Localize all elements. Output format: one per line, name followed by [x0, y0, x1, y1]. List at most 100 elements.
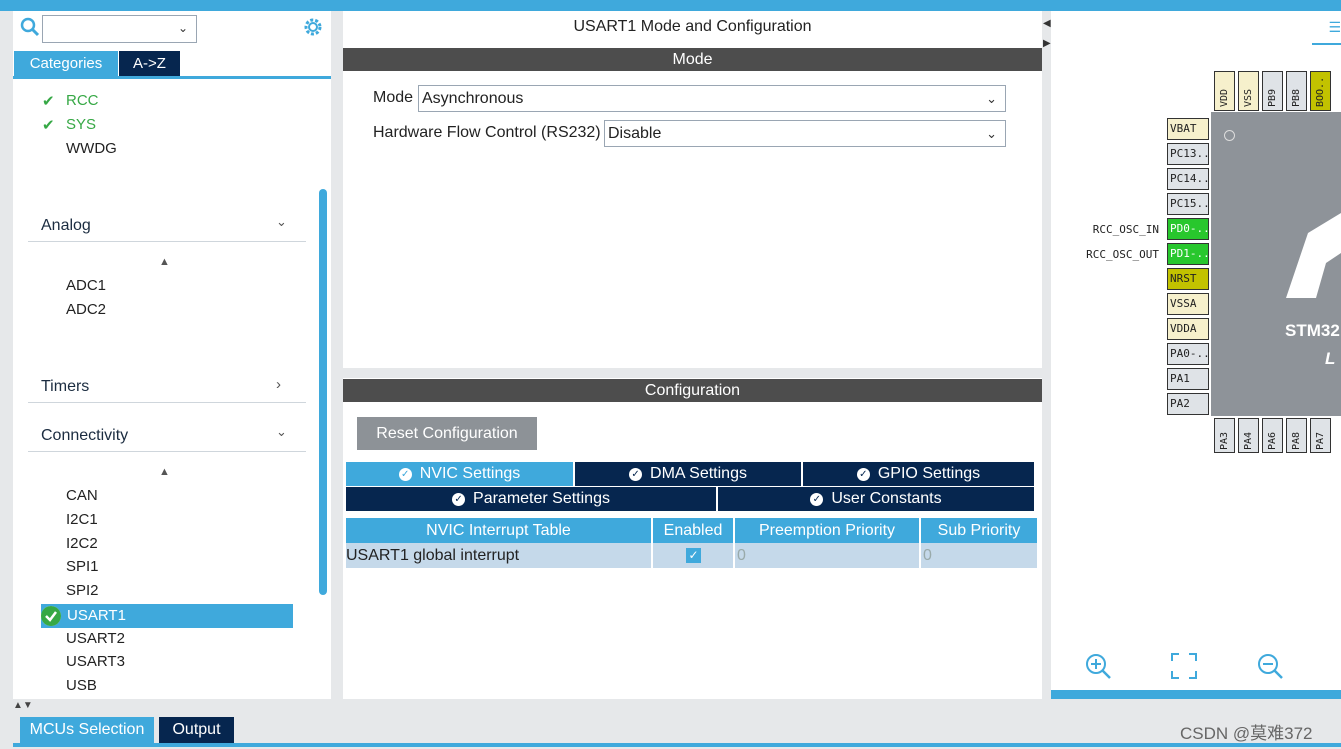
sidebar-item-adc2[interactable]: ADC2 — [66, 300, 106, 320]
pin-pa3[interactable]: PA3 — [1214, 418, 1235, 453]
tab-gpio-settings[interactable]: ✓ GPIO Settings — [803, 462, 1034, 486]
column-header[interactable]: Enabled — [653, 518, 735, 543]
enabled-checkbox[interactable]: ✓ — [686, 548, 701, 563]
pin-pd1[interactable]: PD1-.. — [1167, 243, 1210, 265]
sidebar-item-usb[interactable]: USB — [66, 676, 97, 696]
pinout-footer-bar — [1051, 690, 1341, 699]
flow-control-select[interactable]: Disable ⌄ — [604, 120, 1006, 147]
sort-icon[interactable]: ▲ — [159, 256, 170, 268]
pinout-tab-icon[interactable]: ☰ — [1312, 19, 1341, 45]
pin-label: VDD — [1219, 88, 1230, 107]
tab-categories[interactable]: Categories — [14, 51, 118, 77]
pin-vssa[interactable]: VSSA — [1167, 293, 1209, 315]
flow-control-label: Hardware Flow Control (RS232) — [373, 124, 601, 141]
pin-pa0[interactable]: PA0-.. — [1167, 343, 1210, 365]
column-header[interactable]: Sub Priority — [921, 518, 1037, 543]
check-icon: ✔ — [42, 93, 55, 110]
pin-label: PA7 — [1315, 431, 1326, 450]
tab-dma-settings[interactable]: ✓ DMA Settings — [575, 462, 802, 486]
pin-vdd[interactable]: VDD — [1214, 71, 1235, 111]
pin-pa7[interactable]: PA7 — [1310, 418, 1331, 453]
tab-output[interactable]: Output — [159, 717, 234, 743]
sidebar-item-i2c2[interactable]: I2C2 — [66, 534, 98, 554]
pin-pb8[interactable]: PB8 — [1286, 71, 1307, 111]
search-input[interactable]: ⌄ — [42, 15, 197, 43]
flow-control-value: Disable — [608, 125, 662, 142]
group-analog[interactable]: Analog — [41, 217, 91, 235]
tab-underline — [13, 76, 331, 79]
pin-pc15[interactable]: PC15.. — [1167, 193, 1210, 215]
check-icon: ✓ — [810, 493, 824, 506]
pin-vdda[interactable]: VDDA — [1167, 318, 1209, 340]
mode-select[interactable]: Asynchronous ⌄ — [418, 85, 1006, 112]
sort-icon[interactable]: ▲ — [159, 466, 170, 478]
chip-subname: L — [1325, 349, 1336, 368]
pin-pa6[interactable]: PA6 — [1262, 418, 1283, 453]
fit-to-screen-icon[interactable] — [1170, 652, 1198, 680]
tab-a-z[interactable]: A->Z — [119, 51, 180, 77]
splitter-arrows-icon[interactable]: ▲▼ — [13, 700, 33, 711]
pin-label: PA3 — [1219, 431, 1230, 450]
pin-pa1[interactable]: PA1 — [1167, 368, 1209, 390]
pin-pa8[interactable]: PA8 — [1286, 418, 1307, 453]
chip-name: STM32 — [1285, 321, 1340, 340]
pin-nrst[interactable]: NRST — [1167, 268, 1209, 290]
sidebar-item-spi2[interactable]: SPI2 — [66, 581, 99, 601]
sidebar-item-i2c1[interactable]: I2C1 — [66, 510, 98, 530]
tab-label: NVIC Settings — [419, 465, 521, 482]
gear-icon[interactable] — [302, 16, 324, 38]
group-connectivity[interactable]: Connectivity — [41, 427, 128, 445]
collapse-arrows-icon[interactable]: ◀ ▶ — [1043, 14, 1051, 54]
chevron-down-icon[interactable]: ⌄ — [276, 424, 287, 440]
divider — [28, 451, 306, 452]
pin-pa4[interactable]: PA4 — [1238, 418, 1259, 453]
sidebar-item-usart2[interactable]: USART2 — [66, 629, 125, 649]
tab-label: Parameter Settings — [473, 490, 610, 507]
pin-pa2[interactable]: PA2 — [1167, 393, 1209, 415]
sidebar-item-rcc[interactable]: RCC — [66, 91, 99, 111]
chevron-right-icon[interactable]: › — [276, 376, 281, 393]
tab-parameter-settings[interactable]: ✓ Parameter Settings — [346, 487, 717, 511]
chevron-down-icon: ⌄ — [986, 91, 997, 106]
sidebar-item-usart1-selected[interactable]: USART1 — [41, 604, 293, 628]
sidebar-item-usart3[interactable]: USART3 — [66, 652, 125, 672]
pin-pc14[interactable]: PC14.. — [1167, 168, 1210, 190]
scrollbar[interactable] — [319, 189, 327, 595]
sidebar-item-wwdg[interactable]: WWDG — [66, 139, 117, 159]
sidebar-item-can[interactable]: CAN — [66, 486, 98, 506]
search-icon[interactable] — [20, 17, 40, 37]
column-header[interactable]: NVIC Interrupt Table — [346, 518, 653, 543]
sidebar-item-spi1[interactable]: SPI1 — [66, 557, 99, 577]
tab-mcus-selection[interactable]: MCUs Selection — [20, 717, 154, 743]
check-icon: ✔ — [42, 117, 55, 134]
pin-vss[interactable]: VSS — [1238, 71, 1259, 111]
sub-priority-cell[interactable]: 0 — [921, 543, 1037, 568]
preemption-cell[interactable]: 0 — [735, 543, 921, 568]
pin1-marker — [1224, 130, 1235, 141]
zoom-out-icon[interactable] — [1256, 652, 1284, 680]
signal-label: RCC_OSC_IN — [1092, 223, 1159, 236]
pin-label: PA6 — [1267, 431, 1278, 450]
sidebar-item-adc1[interactable]: ADC1 — [66, 276, 106, 296]
check-icon: ✓ — [856, 468, 870, 481]
interrupt-name-cell: USART1 global interrupt — [346, 543, 653, 568]
group-timers[interactable]: Timers — [41, 378, 89, 396]
reset-configuration-button[interactable]: Reset Configuration — [357, 417, 537, 450]
column-header[interactable]: Preemption Priority — [735, 518, 921, 543]
sidebar-item-sys[interactable]: SYS — [66, 115, 96, 135]
pin-pc13[interactable]: PC13.. — [1167, 143, 1210, 165]
pin-label: VSS — [1243, 88, 1254, 107]
signal-label: RCC_OSC_OUT — [1086, 248, 1159, 261]
pin-vbat[interactable]: VBAT — [1167, 118, 1209, 140]
pin-pb9[interactable]: PB9 — [1262, 71, 1283, 111]
pin-label: PA8 — [1291, 431, 1302, 450]
tab-label: User Constants — [831, 490, 942, 507]
pin-pd0[interactable]: PD0-.. — [1167, 218, 1210, 240]
check-icon: ✓ — [398, 468, 412, 481]
pin-label: PB9 — [1267, 88, 1278, 107]
zoom-in-icon[interactable] — [1084, 652, 1112, 680]
tab-nvic-settings[interactable]: ✓ NVIC Settings — [346, 462, 574, 486]
pin-boot0[interactable]: BOO.. — [1310, 71, 1331, 111]
tab-user-constants[interactable]: ✓ User Constants — [718, 487, 1034, 511]
chevron-down-icon[interactable]: ⌄ — [276, 214, 287, 230]
